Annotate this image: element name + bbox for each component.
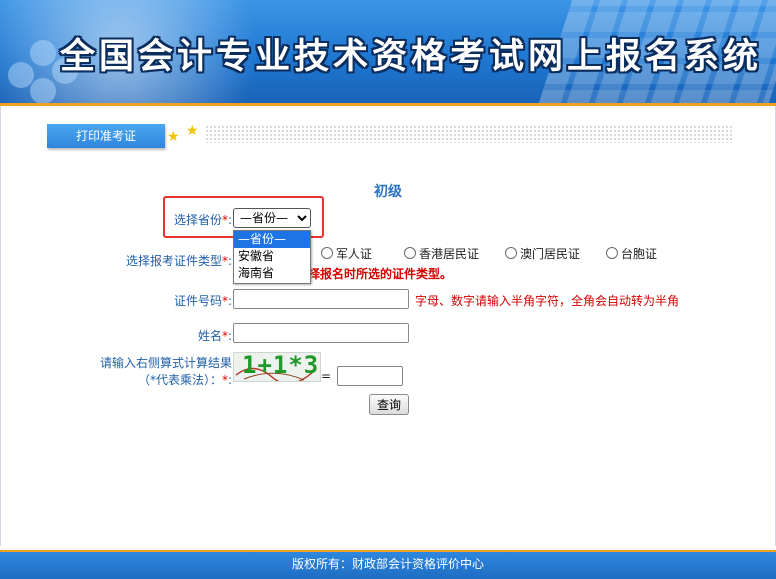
province-option[interactable]: 海南省	[234, 265, 310, 282]
equals-sign: =	[321, 369, 332, 383]
captcha-label-line1: 请输入右侧算式计算结果	[99, 356, 232, 370]
id-type-radio-taiwan[interactable]: 台胞证	[606, 245, 657, 262]
radio-icon	[321, 247, 333, 259]
id-type-warning: 择报名时所选的证件类型。	[308, 267, 453, 281]
id-type-radio-military[interactable]: 军人证	[321, 245, 372, 262]
id-type-radio-hongkong[interactable]: 香港居民证	[404, 245, 479, 262]
label-colon: :	[227, 294, 232, 308]
banner-title: 全国会计专业技术资格考试网上报名系统	[60, 36, 763, 77]
name-label-text: 姓名	[197, 329, 222, 343]
label-colon: :	[227, 329, 232, 343]
id-type-label-text: 选择报考证件类型	[125, 254, 222, 268]
tab-print-admission-ticket[interactable]: 打印准考证	[47, 124, 165, 148]
name-label: 姓名*:	[140, 327, 232, 344]
footer-divider	[0, 550, 776, 552]
captcha-label-line2: （*代表乘法）：*:	[96, 371, 232, 388]
province-select[interactable]: —省份—	[233, 208, 311, 228]
star-icon: ★	[167, 129, 180, 145]
id-type-radio-macau[interactable]: 澳门居民证	[505, 245, 580, 262]
captcha-image[interactable]: 1+1*3	[233, 352, 321, 382]
captcha-text: 1+1*3	[242, 352, 320, 379]
province-option[interactable]: 安徽省	[234, 248, 310, 265]
exam-level-title: 初级	[374, 184, 402, 200]
radio-icon	[404, 247, 416, 259]
label-colon: :	[227, 373, 232, 387]
radio-label: 军人证	[336, 247, 373, 261]
radio-icon	[606, 247, 618, 259]
dotted-divider	[205, 125, 732, 143]
star-icon: ★	[186, 123, 199, 139]
footer: 版权所有：财政部会计资格评价中心	[0, 550, 776, 579]
radio-label: 澳门居民证	[520, 247, 581, 261]
banner-hex-decor	[8, 62, 34, 88]
radio-icon	[505, 247, 517, 259]
id-number-label: 证件号码*:	[140, 292, 232, 309]
radio-label: 香港居民证	[419, 247, 480, 261]
copyright-text: 版权所有：财政部会计资格评价中心	[291, 557, 484, 571]
province-option[interactable]: —省份—	[234, 231, 310, 248]
banner-hex-decor	[30, 40, 56, 66]
label-colon: :	[227, 254, 232, 268]
captcha-label-text: （*代表乘法）：	[137, 373, 222, 387]
id-type-label: 选择报考证件类型*:	[100, 252, 232, 269]
header-banner: 全国会计专业技术资格考试网上报名系统	[0, 0, 776, 103]
radio-label: 台胞证	[621, 247, 658, 261]
id-number-hint: 字母、数字请输入半角字符，全角会自动转为半角	[415, 294, 680, 308]
banner-hex-decor	[30, 78, 56, 103]
name-input[interactable]	[233, 323, 409, 343]
id-number-input[interactable]	[233, 289, 409, 309]
province-dropdown-list: —省份— 安徽省 海南省	[233, 230, 311, 284]
query-button[interactable]: 查询	[369, 394, 409, 415]
captcha-answer-input[interactable]	[337, 366, 403, 386]
id-number-label-text: 证件号码	[173, 294, 222, 308]
